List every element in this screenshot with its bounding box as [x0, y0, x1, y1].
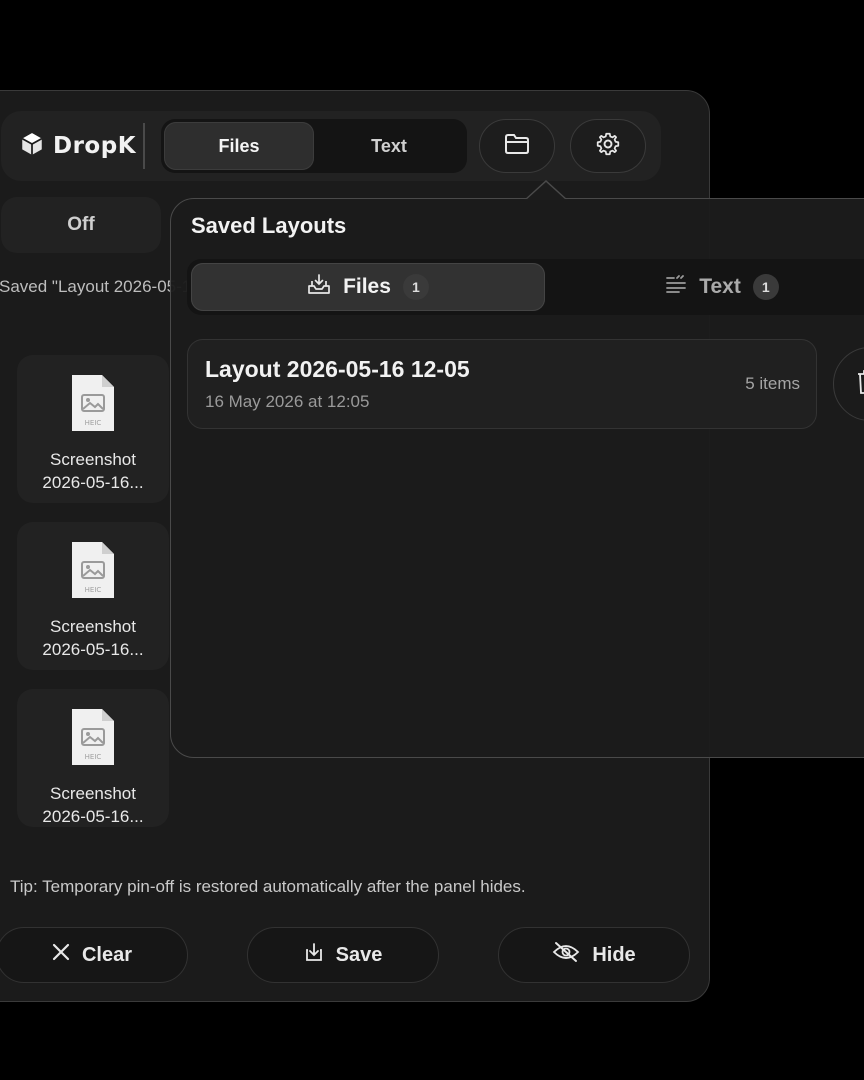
- file-name-line1: Screenshot: [49, 784, 136, 803]
- hide-button[interactable]: Hide: [498, 927, 690, 983]
- folder-icon: [503, 132, 531, 161]
- divider: [143, 123, 145, 169]
- text-lines-icon: [665, 275, 687, 299]
- file-name-line2: 2026-05-16...: [42, 807, 144, 826]
- save-tray-icon: [304, 942, 324, 968]
- mode-segmented-control: Files Text: [161, 119, 467, 173]
- layout-name: Layout 2026-05-16 12-05: [205, 356, 470, 382]
- save-label: Save: [335, 943, 383, 966]
- file-name: Screenshot 2026-05-16...: [42, 615, 143, 661]
- popover-arrow-fill: [526, 182, 566, 200]
- cube-logo-icon: [19, 131, 45, 162]
- file-name: Screenshot 2026-05-16...: [42, 448, 143, 494]
- saved-layouts-popover: Saved Layouts Files 1 Text 1 Layout 2026…: [170, 198, 864, 758]
- file-name-line2: 2026-05-16...: [42, 640, 144, 659]
- tab-saved-files[interactable]: Files 1: [191, 263, 545, 311]
- trash-icon: [856, 369, 864, 400]
- gear-icon: [595, 131, 621, 162]
- count-badge: 1: [402, 274, 429, 300]
- layout-item-count: 5 items: [745, 374, 800, 393]
- count-badge: 1: [752, 274, 779, 300]
- brand-name: DropK: [53, 133, 137, 159]
- tab-saved-text[interactable]: Text 1: [545, 263, 864, 311]
- brand: DropK: [19, 111, 136, 181]
- eye-slash-icon: [552, 941, 580, 969]
- file-name: Screenshot 2026-05-16...: [42, 782, 143, 828]
- tab-files[interactable]: Files: [164, 122, 314, 170]
- tab-saved-files-label: Files: [343, 275, 391, 298]
- pin-toggle[interactable]: Off: [1, 197, 161, 253]
- saved-layouts-button[interactable]: [479, 119, 555, 173]
- file-name-line2: 2026-05-16...: [42, 473, 144, 492]
- settings-button[interactable]: [570, 119, 646, 173]
- tab-saved-text-label: Text: [699, 275, 741, 298]
- file-tile[interactable]: HEIC Screenshot 2026-05-16...: [17, 355, 169, 503]
- file-tile[interactable]: HEIC Screenshot 2026-05-16...: [17, 689, 169, 827]
- layout-date: 16 May 2026 at 12:05: [205, 392, 370, 411]
- file-tile[interactable]: HEIC Screenshot 2026-05-16...: [17, 522, 169, 670]
- file-name-line1: Screenshot: [49, 450, 136, 469]
- clear-label: Clear: [81, 943, 133, 966]
- tab-text[interactable]: Text: [314, 122, 464, 170]
- heic-file-icon: HEIC: [70, 540, 116, 605]
- heic-file-icon: HEIC: [70, 373, 116, 438]
- hide-label: Hide: [592, 943, 636, 966]
- file-name-line1: Screenshot: [49, 617, 136, 636]
- top-bar: DropK Files Text: [1, 111, 661, 181]
- layouts-segmented-control: Files 1 Text 1: [187, 259, 864, 315]
- saved-layout-row[interactable]: Layout 2026-05-16 12-05 16 May 2026 at 1…: [187, 339, 817, 429]
- close-icon: [52, 943, 70, 967]
- tip-text: Tip: Temporary pin-off is restored autom…: [10, 877, 526, 896]
- file-badge: HEIC: [85, 586, 102, 594]
- popover-title: Saved Layouts: [191, 213, 347, 238]
- delete-layout-button[interactable]: [833, 347, 864, 421]
- file-badge: HEIC: [85, 753, 102, 761]
- file-badge: HEIC: [85, 419, 102, 427]
- clear-button[interactable]: Clear: [0, 927, 188, 983]
- save-button[interactable]: Save: [247, 927, 439, 983]
- tray-download-icon: [307, 273, 331, 301]
- heic-file-icon: HEIC: [70, 707, 116, 772]
